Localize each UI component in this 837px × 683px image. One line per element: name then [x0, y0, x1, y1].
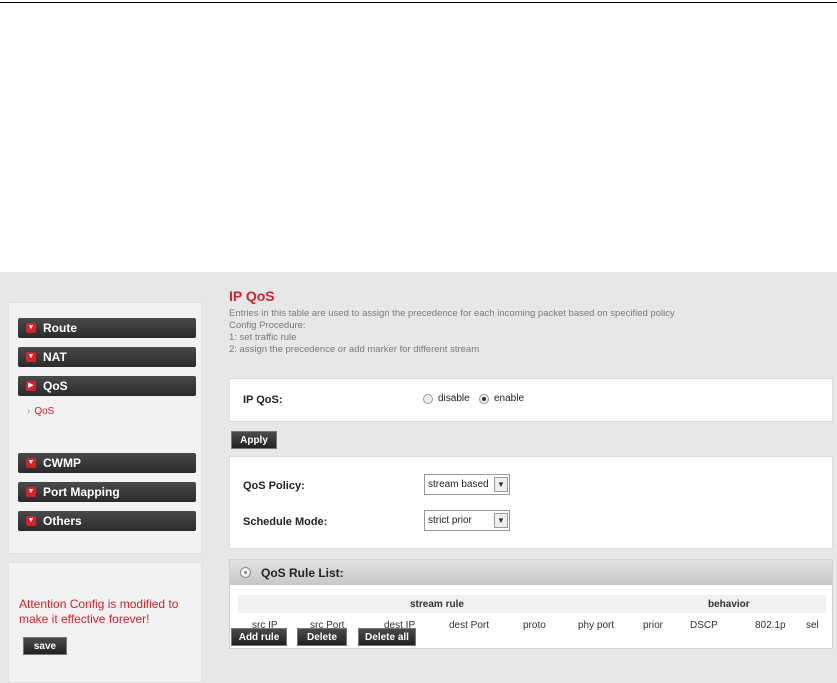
- sub-item-label: QoS: [34, 406, 55, 417]
- rule-list-header[interactable]: QoS Rule List:: [230, 560, 832, 585]
- menu-label: Port Mapping: [43, 485, 120, 499]
- radio-label: disable: [438, 393, 470, 404]
- rule-list-title: QoS Rule List:: [261, 566, 344, 580]
- apply-button[interactable]: Apply: [231, 431, 277, 449]
- attention-message: Attention Config is modified to make it …: [19, 597, 179, 626]
- menu-nat[interactable]: ▼ NAT: [18, 347, 196, 367]
- schedule-mode-label: Schedule Mode:: [243, 516, 328, 528]
- top-divider: [0, 2, 837, 3]
- policy-panel: QoS Policy: stream based ▼ Schedule Mode…: [229, 456, 833, 549]
- radio-off-icon: [423, 393, 433, 404]
- chevron-down-icon: ▼: [494, 513, 508, 528]
- attention-panel: Attention Config is modified to make it …: [8, 562, 202, 683]
- column-header: dest Port: [449, 620, 490, 631]
- main-content: IP QoS Entries in this table are used to…: [228, 272, 837, 683]
- description-line: 2: assign the precedence or add marker f…: [229, 344, 480, 355]
- chevron-down-icon: ▼: [26, 516, 36, 526]
- menu-route[interactable]: ▼ Route: [18, 318, 196, 338]
- sub-item-qos[interactable]: › QoS: [27, 406, 54, 417]
- menu-label: NAT: [43, 350, 67, 364]
- radio-target-icon: [240, 567, 251, 578]
- menu-others[interactable]: ▼ Others: [18, 511, 196, 531]
- radio-enable[interactable]: enable: [479, 393, 524, 404]
- delete-button[interactable]: Delete: [297, 628, 347, 646]
- description-line: Config Procedure:: [229, 320, 306, 331]
- menu-qos[interactable]: ▶ QoS: [18, 376, 196, 396]
- chevron-down-icon: ▼: [494, 477, 508, 492]
- column-header: DSCP: [690, 620, 718, 631]
- qos-policy-select[interactable]: stream based ▼: [424, 474, 510, 495]
- column-header: sel: [806, 620, 819, 631]
- table-group-row: stream rule behavior: [238, 595, 826, 613]
- description-line: Entries in this table are used to assign…: [229, 308, 675, 319]
- radio-disable[interactable]: disable: [423, 393, 470, 404]
- arrow-right-icon: ›: [27, 406, 31, 417]
- chevron-down-icon: ▼: [26, 487, 36, 497]
- select-value: strict prior: [428, 515, 472, 526]
- menu-label: Route: [43, 321, 77, 335]
- radio-on-icon: [479, 393, 489, 404]
- menu-label: QoS: [43, 379, 68, 393]
- radio-label: enable: [494, 393, 525, 404]
- ip-qos-panel: IP QoS: disable enable: [229, 378, 833, 422]
- group-header: behavior: [708, 599, 750, 610]
- group-header: stream rule: [410, 599, 464, 610]
- sidebar: ▼ Route ▼ NAT ▶ QoS › QoS ▼ CWMP ▼ Port M…: [8, 272, 202, 683]
- select-value: stream based: [428, 479, 489, 490]
- chevron-down-icon: ▼: [26, 323, 36, 333]
- router-config-frame: ▼ Route ▼ NAT ▶ QoS › QoS ▼ CWMP ▼ Port M…: [0, 272, 837, 683]
- column-header: 802.1p: [755, 620, 786, 631]
- page-title: IP QoS: [229, 288, 275, 304]
- nav-panel: ▼ Route ▼ NAT ▶ QoS › QoS ▼ CWMP ▼ Port M…: [8, 302, 202, 554]
- column-header: prior: [643, 620, 664, 631]
- menu-label: Others: [43, 514, 82, 528]
- delete-all-button[interactable]: Delete all: [358, 628, 416, 646]
- description-line: 1: set traffic rule: [229, 332, 297, 343]
- menu-port-mapping[interactable]: ▼ Port Mapping: [18, 482, 196, 502]
- add-rule-button[interactable]: Add rule: [231, 628, 287, 646]
- save-button[interactable]: save: [23, 637, 67, 655]
- column-header: proto: [523, 620, 546, 631]
- chevron-right-icon: ▶: [26, 381, 36, 391]
- ip-qos-label: IP QoS:: [243, 394, 283, 406]
- menu-cwmp[interactable]: ▼ CWMP: [18, 453, 196, 473]
- menu-label: CWMP: [43, 456, 81, 470]
- column-header: phy port: [578, 620, 615, 631]
- qos-policy-label: QoS Policy:: [243, 480, 305, 492]
- chevron-down-icon: ▼: [26, 458, 36, 468]
- chevron-down-icon: ▼: [26, 352, 36, 362]
- schedule-mode-select[interactable]: strict prior ▼: [424, 510, 510, 531]
